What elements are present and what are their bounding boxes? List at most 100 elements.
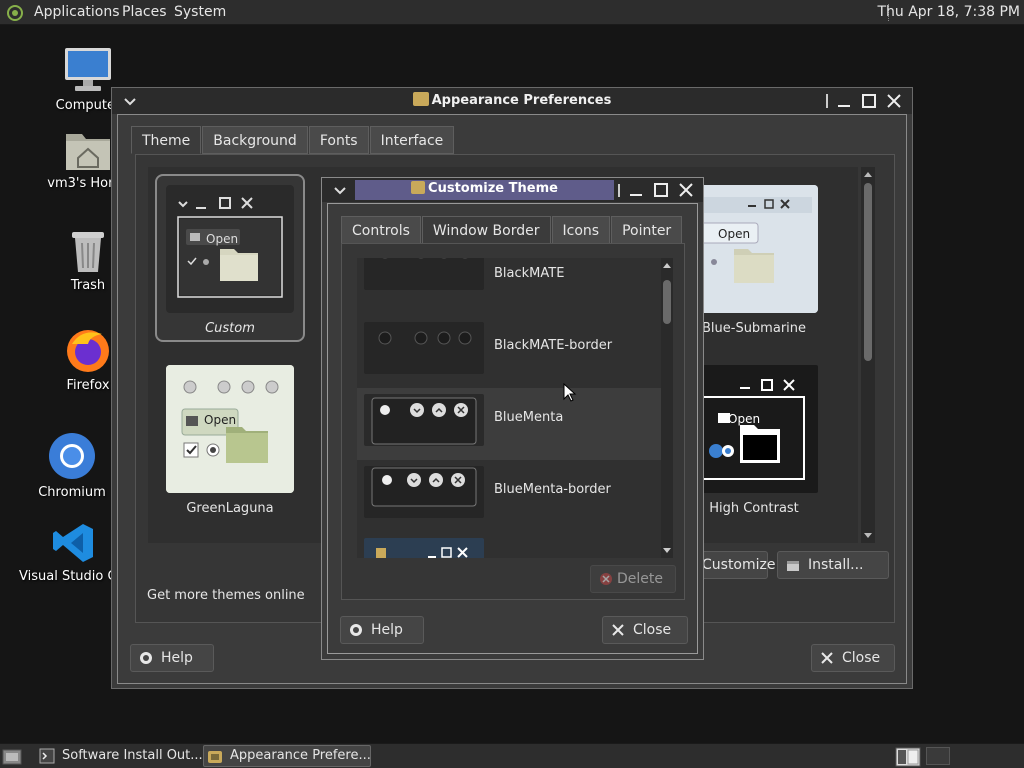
menu-system[interactable]: System [174,4,226,20]
workspace-switcher-icon[interactable] [895,747,921,767]
tab-controls[interactable]: Controls [341,216,421,244]
vscode-icon [53,524,93,562]
list-item[interactable]: BlueMenta [357,388,661,460]
appearance-app-icon [411,181,426,194]
computer-icon [65,48,111,91]
tab-fonts[interactable]: Fonts [308,126,369,154]
appearance-tabs: Theme Background Fonts Interface [131,126,455,154]
top-panel: Applications Places System Thu Apr 18, 7… [0,0,1024,25]
scrollbar-thumb[interactable] [864,183,872,361]
taskbar-item[interactable]: Software Install Out... [35,745,203,767]
theme-preview-icon [690,185,818,313]
mouse-pointer-icon [563,383,577,402]
list-item[interactable]: BlackMATE [357,258,661,316]
scroll-down-arrow-icon[interactable] [661,546,673,556]
list-item[interactable]: BlueMenta-border [357,460,661,532]
dialog-title-text: Customize Theme [428,181,558,196]
bluementa-buttons-icon [371,467,477,507]
blackmate-buttons-icon [382,258,468,259]
button-label: Close [633,622,672,638]
border-preview [364,258,484,290]
theme-thumbnail: Open [166,365,294,493]
tab-icons[interactable]: Icons [551,216,611,244]
window-title: Appearance Preferences [112,92,912,108]
theme-name: GreenLaguna [186,501,274,516]
terminal-icon [39,748,55,764]
help-button[interactable]: Help [130,644,214,672]
delete-button[interactable]: Delete [590,565,676,593]
tab-interface[interactable]: Interface [369,126,455,154]
border-theme-name: BlueMenta-border [494,482,611,497]
mate-logo-icon[interactable] [6,4,24,21]
trash-icon [72,232,104,272]
dialog-title: Customize Theme [355,181,614,196]
tab-background[interactable]: Background [202,126,308,154]
window-titlebar[interactable]: Appearance Preferences [112,88,912,114]
desktop-icon-chromium[interactable]: Chromium [24,431,120,500]
window-title-text: Appearance Preferences [431,93,612,108]
button-label: Install... [808,557,864,573]
help-lifebuoy-icon [350,624,362,636]
close-button[interactable]: Close [811,644,895,672]
theme-card-custom[interactable]: Open Custom [155,174,305,342]
customize-theme-dialog: Customize Theme Controls Window Border I… [321,177,704,660]
dialog-titlebar[interactable]: Customize Theme [322,178,703,202]
firefox-icon [67,330,109,372]
border-preview [364,394,484,446]
preview-open-label: Open [728,412,761,426]
border-theme-name: BlueMenta [494,410,564,425]
scroll-up-arrow-icon[interactable] [861,169,875,179]
close-icon[interactable] [886,93,902,109]
tab-pointer[interactable]: Pointer [611,216,683,244]
theme-name: Custom [205,321,255,336]
home-folder-icon [66,134,110,170]
border-preview [364,466,484,518]
preview-open-label: Open [204,413,237,427]
minimize-icon[interactable] [628,182,644,198]
theme-thumbnail: Open [690,185,818,313]
preview-open-label: Open [718,227,751,241]
close-icon[interactable] [678,182,694,198]
list-item[interactable]: BlackMATE-border [357,316,661,388]
scroll-up-arrow-icon[interactable] [661,260,673,270]
desktop-icon-label: Chromium [38,485,106,500]
menu-applications[interactable]: Applications [34,4,120,20]
button-label: Delete [617,571,663,587]
bluementa-buttons-icon [371,397,477,445]
show-desktop-icon[interactable] [2,747,24,767]
get-more-themes-link[interactable]: Get more themes online [147,588,305,603]
help-button[interactable]: Help [340,616,424,644]
chromium-icon [49,433,95,479]
button-label: Help [161,650,193,666]
tab-window-border[interactable]: Window Border [421,216,551,244]
tab-theme[interactable]: Theme [131,126,202,154]
scroll-down-arrow-icon[interactable] [861,531,875,541]
menu-places[interactable]: Places [122,4,167,20]
theme-thumbnail: Open [166,185,294,313]
scrollbar-thumb[interactable] [663,280,671,324]
bottom-panel: Software Install Out... Appearance Prefe… [0,743,1024,768]
minimize-icon[interactable] [836,93,852,109]
customize-button[interactable]: Customize... [693,551,789,579]
taskbar-item-label: Software Install Out... [62,748,203,763]
close-button[interactable]: Close [602,616,688,644]
close-x-icon [821,652,833,664]
theme-preview-icon [166,365,294,493]
theme-card-greenlaguna[interactable]: Open GreenLaguna [166,365,316,533]
window-border-panel: BlackMATE BlackMATE-border BlueMenta Blu… [341,243,685,600]
button-label: Close [842,650,881,666]
workspace-2[interactable] [926,747,950,765]
install-button[interactable]: Install... [777,551,889,579]
list-scrollbar[interactable] [661,258,673,558]
list-item[interactable] [357,532,661,558]
clock[interactable]: Thu Apr 18, 7:38 PM [877,4,1020,20]
blackmate-buttons-icon [378,331,472,345]
theme-grid-scrollbar[interactable] [861,167,875,543]
border-theme-name: BlackMATE-border [494,338,613,353]
window-menu-chevron-icon[interactable] [332,182,348,198]
maximize-icon[interactable] [861,93,877,109]
maximize-icon[interactable] [653,182,669,198]
taskbar-item-active[interactable]: Appearance Prefere... [203,745,371,767]
dialog-content: Controls Window Border Icons Pointer Bla… [327,203,698,654]
help-lifebuoy-icon [140,652,152,664]
